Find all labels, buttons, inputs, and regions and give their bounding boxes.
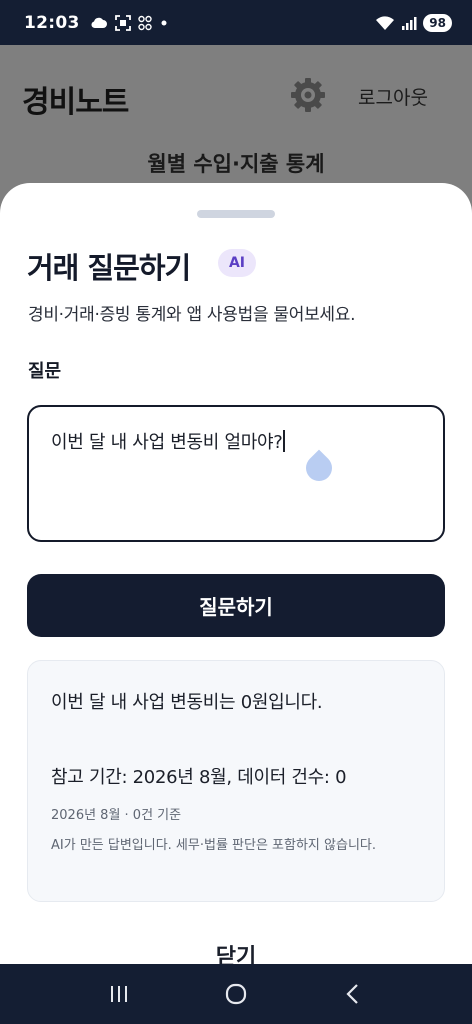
answer-disclaimer: AI가 만든 답변입니다. 세무·법률 판단은 포함하지 않습니다. (51, 838, 376, 853)
app-title: 경비노트 (22, 85, 129, 120)
screen: 12:03 98 경비노트 로그아웃 월별 수입·지출 통계 거래 질문하기 A… (0, 0, 472, 1024)
question-input-value: 이번 달 내 사업 변동비 얼마야? (51, 432, 283, 453)
submit-question-button[interactable]: 질문하기 (27, 574, 445, 637)
question-input[interactable]: 이번 달 내 사업 변동비 얼마야? (27, 405, 445, 542)
text-caret (283, 430, 286, 452)
home-icon (225, 983, 247, 1005)
back-icon (346, 984, 359, 1004)
status-bar: 12:03 98 (0, 0, 472, 45)
answer-card: 이번 달 내 사업 변동비는 0원입니다. 참고 기간: 2026년 8월, 데… (27, 660, 445, 902)
signal-icon (402, 16, 417, 30)
status-system-icons: 98 (375, 13, 452, 32)
back-button[interactable] (333, 974, 373, 1014)
grid-app-icon (137, 15, 152, 30)
dot-icon (161, 20, 167, 25)
sheet-title: 거래 질문하기 (27, 251, 191, 285)
ai-badge: AI (218, 249, 256, 277)
question-label: 질문 (28, 361, 62, 382)
status-time: 12:03 (24, 12, 80, 33)
screenshot-icon (114, 14, 131, 31)
status-notification-icons (90, 14, 169, 31)
recent-apps-button[interactable] (99, 974, 139, 1014)
answer-reference: 참고 기간: 2026년 8월, 데이터 건수: 0 (51, 767, 347, 788)
battery-indicator: 98 (423, 13, 452, 32)
question-bottom-sheet: 거래 질문하기 AI 경비·거래·증빙 통계와 앱 사용법을 물어보세요. 질문… (0, 183, 472, 983)
system-nav-bar (0, 964, 472, 1024)
cloud-icon (91, 17, 107, 28)
home-button[interactable] (216, 974, 256, 1014)
wifi-icon (376, 15, 395, 30)
sheet-description: 경비·거래·증빙 통계와 앱 사용법을 물어보세요. (28, 305, 356, 325)
answer-meta: 2026년 8월 · 0건 기준 (51, 808, 182, 823)
sheet-drag-handle[interactable] (197, 210, 275, 218)
recent-apps-icon (110, 986, 127, 1002)
stats-section-title: 월별 수입·지출 통계 (147, 152, 325, 176)
answer-text: 이번 달 내 사업 변동비는 0원입니다. (51, 692, 323, 713)
gear-icon[interactable] (290, 77, 326, 113)
logout-button[interactable]: 로그아웃 (358, 83, 428, 110)
